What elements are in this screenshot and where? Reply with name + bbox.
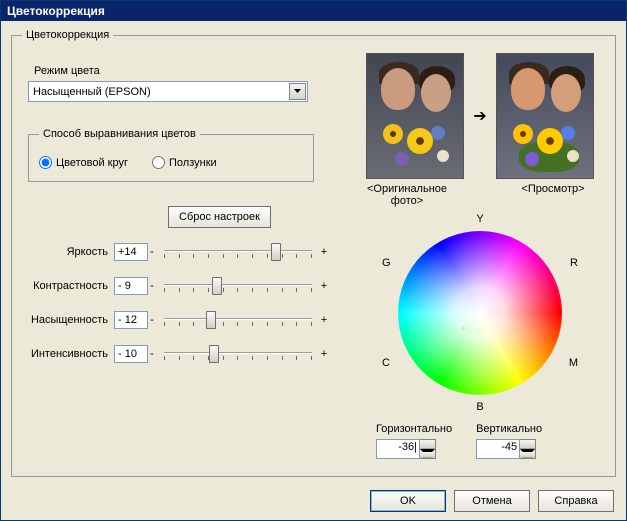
plus-icon: + [320,280,328,292]
spin-down-icon[interactable] [520,449,535,458]
wheel-picker-cross[interactable]: + [460,323,466,335]
axis-y: Y [476,213,483,225]
radio-color-wheel[interactable]: Цветовой круг [39,156,128,169]
horizontal-value[interactable]: -36| [376,439,420,459]
dialog-footer: OK Отмена Справка [370,490,614,512]
mode-select[interactable]: Насыщенный (EPSON) [28,81,308,102]
slider-thumb[interactable] [209,345,219,363]
minus-icon: - [148,246,156,258]
brightness-label: Яркость [28,246,114,258]
intensity-slider[interactable] [164,344,312,364]
minus-icon: - [148,314,156,326]
vertical-value[interactable]: -45 [476,439,520,459]
color-wheel[interactable]: Y G R C M B + [380,213,580,413]
contrast-value[interactable]: - 9 [114,277,148,295]
radio-sliders-label: Ползунки [169,157,217,169]
plus-icon: + [320,348,328,360]
spin-down-icon[interactable] [420,449,435,458]
color-correction-window: Цветокоррекция Цветокоррекция Режим цвет… [0,0,627,521]
ok-button[interactable]: OK [370,490,446,512]
adjusted-photo-preview [496,53,594,179]
radio-sliders[interactable]: Ползунки [152,156,217,169]
saturation-label: Насыщенность [28,314,114,326]
balance-method-group: Способ выравнивания цветов Цветовой круг… [28,128,314,182]
vertical-label: Вертикально [476,423,542,435]
slider-thumb[interactable] [212,277,222,295]
spin-up-icon[interactable] [420,440,435,449]
brightness-slider[interactable] [164,242,312,262]
saturation-value[interactable]: - 12 [114,311,148,329]
brightness-row: Яркость +14 - + [28,242,328,262]
group-title: Цветокоррекция [22,29,113,41]
axis-b: B [476,401,483,413]
contrast-row: Контрастность - 9 - + [28,276,328,296]
contrast-label: Контрастность [28,280,114,292]
titlebar: Цветокоррекция [1,1,626,21]
mode-label: Режим цвета [34,65,328,77]
intensity-row: Интенсивность - 10 - + [28,344,328,364]
saturation-slider[interactable] [164,310,312,330]
balance-method-title: Способ выравнивания цветов [39,128,200,140]
slider-thumb[interactable] [271,243,281,261]
minus-icon: - [148,280,156,292]
intensity-label: Интенсивность [28,348,114,360]
axis-m: M [569,357,578,369]
window-title: Цветокоррекция [7,4,105,18]
plus-icon: + [320,246,328,258]
chevron-down-icon[interactable] [289,83,306,100]
original-photo-preview [366,53,464,179]
minus-icon: - [148,348,156,360]
preview-caption: <Просмотр> [498,183,608,207]
mode-value: Насыщенный (EPSON) [33,86,151,98]
radio-color-wheel-label: Цветовой круг [56,157,128,169]
cancel-button[interactable]: Отмена [454,490,530,512]
spin-up-icon[interactable] [520,440,535,449]
axis-c: C [382,357,390,369]
arrow-right-icon: ➔ [470,106,490,126]
contrast-slider[interactable] [164,276,312,296]
reset-button[interactable]: Сброс настроек [168,206,271,228]
brightness-value[interactable]: +14 [114,243,148,261]
horizontal-spinner[interactable]: -36| [376,439,452,459]
original-caption: <Оригинальное фото> [352,183,462,207]
vertical-spinner[interactable]: -45 [476,439,542,459]
help-button[interactable]: Справка [538,490,614,512]
saturation-row: Насыщенность - 12 - + [28,310,328,330]
preview-row: ➔ [344,53,616,179]
axis-r: R [570,257,578,269]
axis-g: G [382,257,391,269]
slider-thumb[interactable] [206,311,216,329]
plus-icon: + [320,314,328,326]
color-correction-group: Цветокоррекция Режим цвета Насыщенный (E… [11,29,616,477]
intensity-value[interactable]: - 10 [114,345,148,363]
horizontal-label: Горизонтально [376,423,452,435]
